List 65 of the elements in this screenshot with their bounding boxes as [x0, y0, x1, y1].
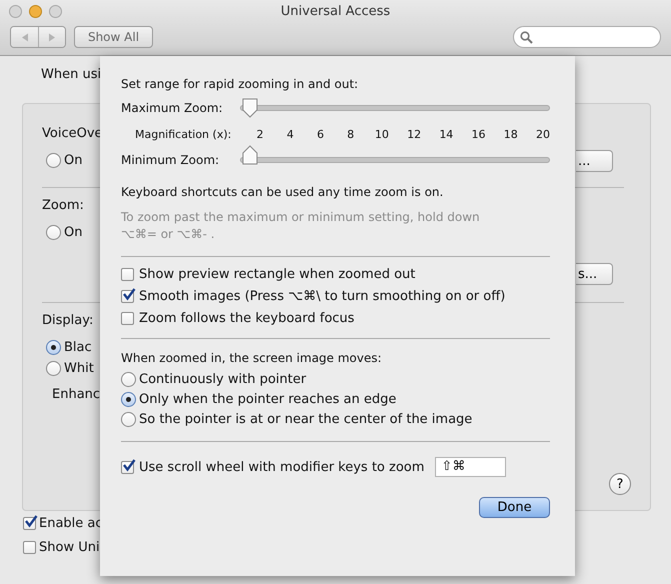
- checkbox[interactable]: [23, 540, 36, 554]
- checkbox-label: Show preview rectangle when zoomed out: [139, 266, 416, 282]
- slider-thumb[interactable]: [241, 145, 259, 165]
- checkbox[interactable]: [121, 460, 134, 474]
- radio-button[interactable]: [46, 361, 61, 376]
- section-label: Enhanc: [52, 387, 100, 402]
- slider-thumb[interactable]: [241, 98, 259, 118]
- radio-button[interactable]: [121, 392, 136, 406]
- radio-label: Continuously with pointer: [139, 372, 306, 386]
- section-label: VoiceOve: [42, 126, 103, 143]
- section-label: Zoom:: [42, 198, 84, 215]
- options-button[interactable]: ...: [576, 150, 613, 172]
- tick-label: 2: [256, 128, 264, 141]
- hint-text: To zoom past the maximum or minimum setting, hold down ⌥⌘= or ⌥⌘- .: [121, 209, 481, 243]
- section-heading: When zoomed in, the screen image moves:: [121, 351, 383, 367]
- forward-arrow-icon: [48, 32, 56, 42]
- radio-button[interactable]: [46, 225, 61, 240]
- intro-text: When usi: [41, 67, 102, 83]
- show-all-button[interactable]: Show All: [74, 26, 153, 48]
- checkbox[interactable]: [121, 290, 134, 302]
- radio-label: So the pointer is at or near the center of the image: [139, 412, 472, 426]
- zoom-icon[interactable]: [49, 5, 62, 18]
- checkbox[interactable]: [121, 268, 134, 280]
- modifier-keys-field[interactable]: ⇧⌘: [435, 457, 506, 477]
- checkbox-label: Smooth images (Press ⌥⌘\ to turn smoothing on or off): [139, 288, 506, 304]
- radio-label: Whit: [64, 361, 94, 376]
- tick-label: 14: [439, 128, 454, 141]
- radio-label: Blac: [64, 340, 92, 355]
- radio-button[interactable]: [46, 340, 61, 355]
- scale-label: Magnification (x):: [134, 128, 232, 140]
- checkbox[interactable]: [23, 516, 36, 530]
- slider-label: Maximum Zoom:: [121, 101, 224, 115]
- section-label: Display:: [42, 313, 94, 330]
- radio-button[interactable]: [121, 372, 136, 386]
- radio-label: On: [64, 153, 82, 168]
- tick-label: 6: [316, 128, 325, 141]
- back-arrow-icon: [20, 32, 28, 42]
- tick-label: 10: [374, 128, 389, 141]
- close-icon[interactable]: [9, 5, 22, 18]
- options-button[interactable]: s...: [576, 263, 613, 285]
- radio-button[interactable]: [46, 153, 61, 168]
- checkbox-label: Zoom follows the keyboard focus: [139, 310, 354, 326]
- window-title: Universal Access: [280, 3, 390, 20]
- radio-label: On: [64, 225, 82, 240]
- radio-button[interactable]: [121, 412, 136, 426]
- checkbox-label: Show Uni: [39, 540, 100, 554]
- search-field[interactable]: [513, 26, 661, 48]
- checkbox[interactable]: [121, 312, 134, 324]
- help-button[interactable]: ?: [609, 473, 631, 495]
- forward-button[interactable]: [38, 27, 65, 47]
- back-button[interactable]: [11, 27, 38, 47]
- tick-label: 16: [472, 128, 486, 141]
- search-icon: [520, 30, 533, 44]
- radio-label: Only when the pointer reaches an edge: [139, 392, 396, 406]
- minimize-icon[interactable]: [29, 5, 42, 18]
- tick-label: 20: [536, 128, 550, 141]
- shortcut-note: Keyboard shortcuts can be used any time zoom is on.: [121, 185, 444, 201]
- sheet-heading: Set range for rapid zooming in and out:: [121, 77, 360, 93]
- done-button[interactable]: Done: [479, 497, 550, 518]
- slider-label: Minimum Zoom:: [121, 153, 220, 167]
- tick-label: 18: [504, 128, 518, 141]
- checkbox-label: Use scroll wheel with modifier keys to zoom: [139, 460, 424, 474]
- tick-label: 8: [346, 128, 356, 141]
- tick-label: 12: [407, 128, 422, 141]
- tick-label: 4: [286, 128, 295, 141]
